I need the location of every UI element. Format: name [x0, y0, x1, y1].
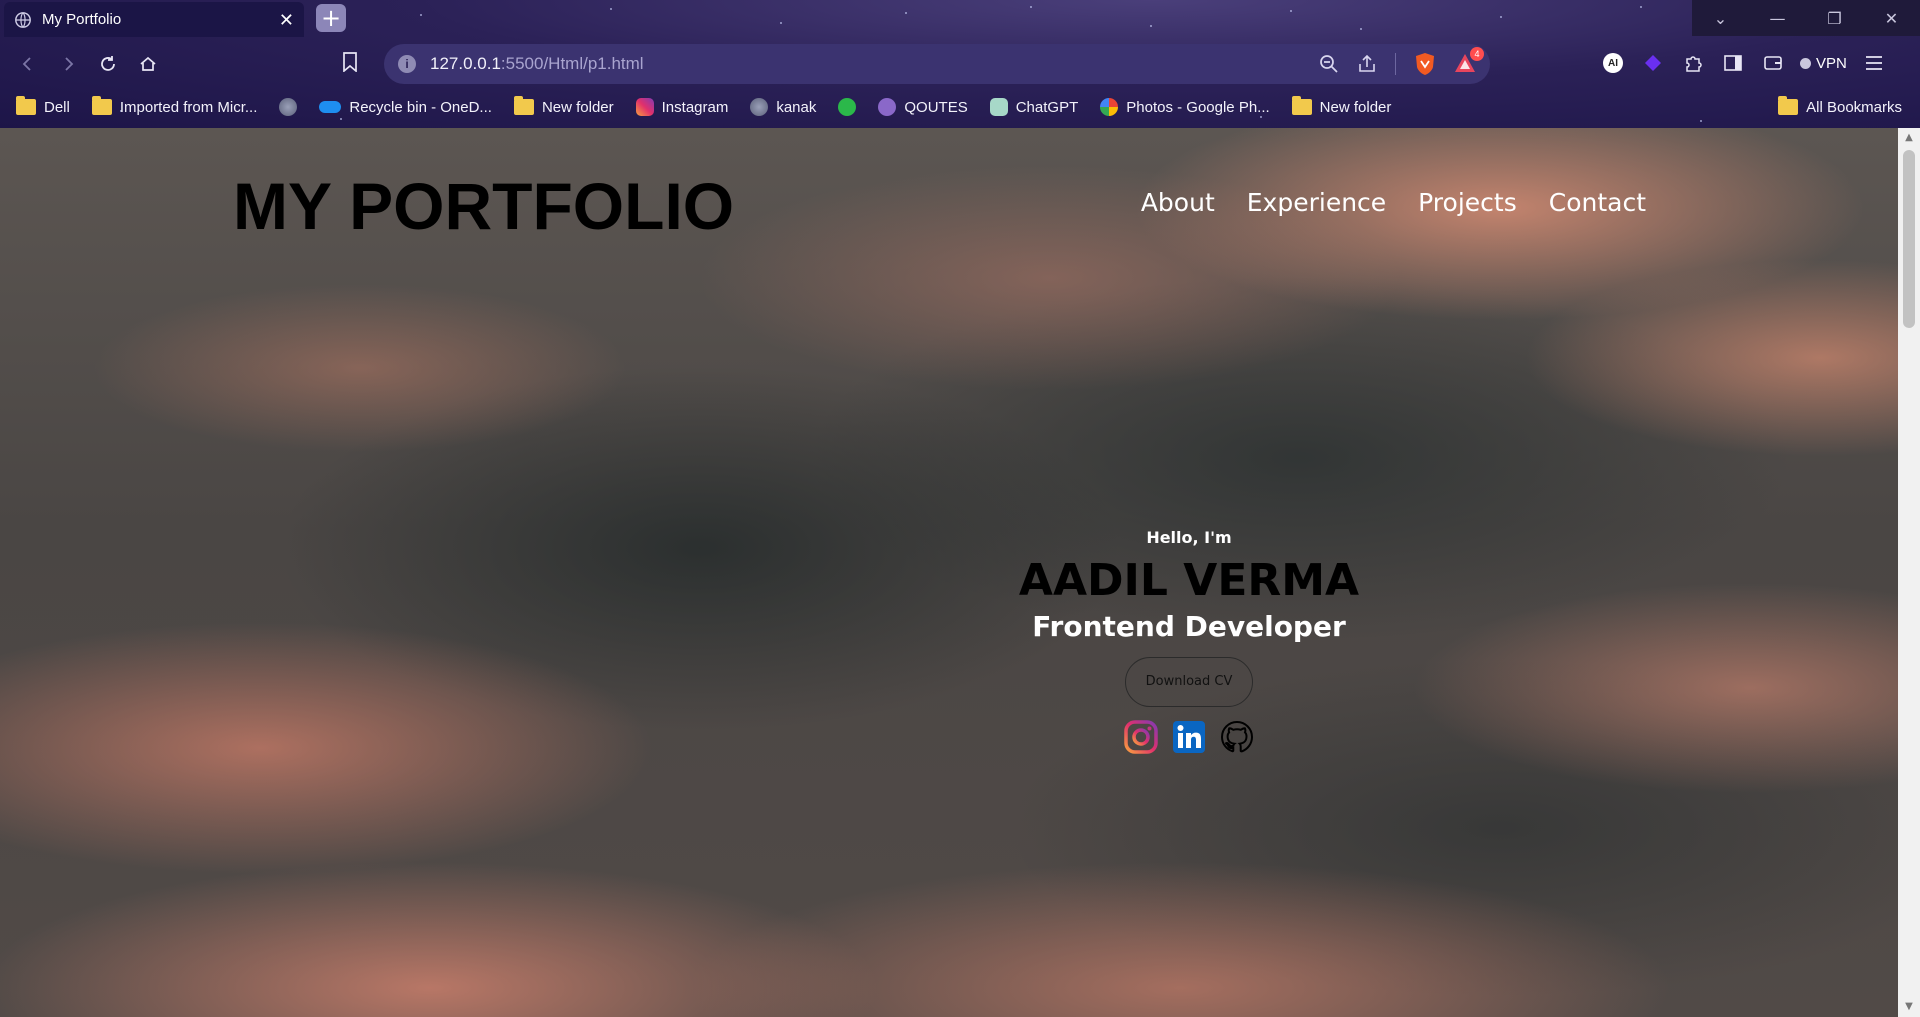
- brave-shields-icon[interactable]: [1414, 52, 1436, 76]
- forward-button[interactable]: [54, 50, 82, 78]
- extensions-button[interactable]: [1680, 50, 1706, 76]
- sidebar-toggle-button[interactable]: [1720, 50, 1746, 76]
- download-cv-button[interactable]: Download CV: [1125, 657, 1253, 707]
- ai-icon: AI: [1603, 53, 1623, 73]
- scrollbar-thumb[interactable]: [1903, 150, 1915, 328]
- all-bookmarks-button[interactable]: All Bookmarks: [1778, 90, 1902, 124]
- scroll-down-arrow-icon[interactable]: ▼: [1903, 1001, 1915, 1013]
- tab-title: My Portfolio: [42, 11, 122, 28]
- share-icon[interactable]: [1357, 54, 1377, 74]
- linkedin-icon[interactable]: [1171, 719, 1207, 755]
- hero-name: AADIL VERMA: [1018, 555, 1360, 606]
- new-tab-button[interactable]: +: [316, 4, 346, 32]
- site-logo: MY PORTFOLIO: [233, 169, 735, 243]
- tab-my-portfolio[interactable]: My Portfolio ✕: [4, 2, 304, 37]
- site-info-icon[interactable]: i: [398, 55, 416, 73]
- hero-role: Frontend Developer: [1032, 610, 1346, 643]
- reload-icon: [101, 56, 115, 71]
- site-nav: About Experience Projects Contact: [1141, 188, 1646, 217]
- sidebar-icon: [1724, 55, 1742, 71]
- bookmark-item[interactable]: [838, 98, 857, 116]
- bookmark-page-button[interactable]: [342, 52, 358, 76]
- bookmark-item[interactable]: [279, 98, 298, 116]
- url-host: 127.0.0.1: [430, 54, 501, 73]
- tab-bar: My Portfolio ✕ + ⌄ — ❐ ✕: [0, 0, 1920, 37]
- globe-icon: [279, 98, 298, 116]
- bookmark-item[interactable]: Instagram: [635, 98, 728, 116]
- bookmarks-bar: Dell Imported from Micr... Recycle bin -…: [0, 90, 1920, 124]
- chatgpt-icon: [989, 98, 1008, 116]
- onedrive-icon: [319, 101, 342, 113]
- address-bar[interactable]: i 127.0.0.1:5500/Html/p1.html 4: [384, 44, 1490, 84]
- arrow-left-icon: [22, 57, 31, 71]
- vpn-button[interactable]: VPN: [1800, 55, 1847, 72]
- quotes-icon: [878, 98, 897, 116]
- bookmark-item[interactable]: Photos - Google Ph...: [1100, 98, 1270, 116]
- browser-toolbar: i 127.0.0.1:5500/Html/p1.html 4 AI VPN: [0, 40, 1920, 88]
- bookmark-item[interactable]: New folder: [1291, 96, 1391, 116]
- hero-section: Hello, I'm AADIL VERMA Frontend Develope…: [889, 528, 1489, 755]
- hero-greeting: Hello, I'm: [1146, 528, 1232, 547]
- hamburger-menu-icon: [1865, 56, 1882, 70]
- page-viewport: MY PORTFOLIO About Experience Projects C…: [0, 128, 1898, 1017]
- puzzle-icon: [1686, 56, 1702, 72]
- window-controls: ⌄ — ❐ ✕: [1692, 0, 1920, 36]
- google-photos-icon: [1100, 98, 1119, 116]
- bookmark-item[interactable]: kanak: [750, 98, 816, 116]
- instagram-icon[interactable]: [1123, 719, 1159, 755]
- wallet-button[interactable]: [1760, 50, 1786, 76]
- vpn-status-icon: [1800, 57, 1811, 69]
- folder-icon: [513, 96, 534, 115]
- toolbar-right-buttons: AI VPN: [1600, 50, 1887, 76]
- bookmark-item[interactable]: Imported from Micr...: [91, 96, 257, 116]
- bookmark-icon: [343, 52, 357, 73]
- arrow-right-icon: [65, 57, 74, 71]
- bookmark-item[interactable]: QOUTES: [878, 98, 968, 116]
- menu-button[interactable]: [1861, 50, 1887, 76]
- restore-button[interactable]: ❐: [1806, 0, 1863, 36]
- address-bar-actions: 4: [1319, 47, 1484, 76]
- wallet-icon: [1764, 56, 1782, 70]
- bookmark-item[interactable]: New folder: [513, 96, 614, 116]
- bookmark-item[interactable]: ChatGPT: [989, 98, 1078, 116]
- github-icon[interactable]: [1219, 719, 1255, 755]
- folder-icon: [1778, 96, 1799, 115]
- nav-about[interactable]: About: [1141, 188, 1215, 217]
- close-tab-icon[interactable]: ✕: [279, 11, 294, 29]
- browser-chrome: My Portfolio ✕ + ⌄ — ❐ ✕ i 127.0.0.1:550…: [0, 0, 1920, 128]
- globe-icon: [750, 98, 769, 116]
- home-icon: [140, 56, 156, 71]
- bookmark-item[interactable]: Recycle bin - OneD...: [319, 99, 492, 116]
- social-links: [889, 719, 1489, 755]
- bolt-icon: [838, 98, 857, 116]
- home-button[interactable]: [134, 50, 162, 78]
- reload-button[interactable]: [94, 50, 122, 78]
- back-button[interactable]: [14, 50, 42, 78]
- page-scrollbar[interactable]: ▲ ▼: [1898, 128, 1920, 1017]
- site-header: MY PORTFOLIO About Experience Projects C…: [0, 128, 1898, 278]
- address-bar-divider: [1395, 53, 1396, 75]
- globe-icon: [15, 11, 31, 28]
- tab-search-chevron-icon[interactable]: ⌄: [1692, 0, 1749, 36]
- zoom-out-icon[interactable]: [1319, 54, 1339, 74]
- nav-contact[interactable]: Contact: [1549, 188, 1646, 217]
- minimize-button[interactable]: —: [1749, 0, 1806, 36]
- nav-experience[interactable]: Experience: [1247, 188, 1386, 217]
- leo-ai-button[interactable]: AI: [1600, 50, 1626, 76]
- scroll-up-arrow-icon[interactable]: ▲: [1903, 132, 1915, 144]
- folder-icon: [91, 96, 112, 115]
- folder-icon: [1291, 96, 1312, 115]
- folder-icon: [16, 96, 36, 115]
- extension-diamond-button[interactable]: [1640, 50, 1666, 76]
- brave-rewards-button[interactable]: 4: [1454, 47, 1484, 75]
- notification-badge: 4: [1470, 47, 1484, 61]
- diamond-icon: [1645, 55, 1661, 71]
- instagram-icon: [635, 98, 654, 116]
- close-window-button[interactable]: ✕: [1863, 0, 1920, 36]
- vpn-label: VPN: [1816, 54, 1847, 72]
- url-path: :5500/Html/p1.html: [500, 54, 644, 73]
- bookmark-item[interactable]: Dell: [16, 96, 70, 116]
- nav-projects[interactable]: Projects: [1418, 188, 1517, 217]
